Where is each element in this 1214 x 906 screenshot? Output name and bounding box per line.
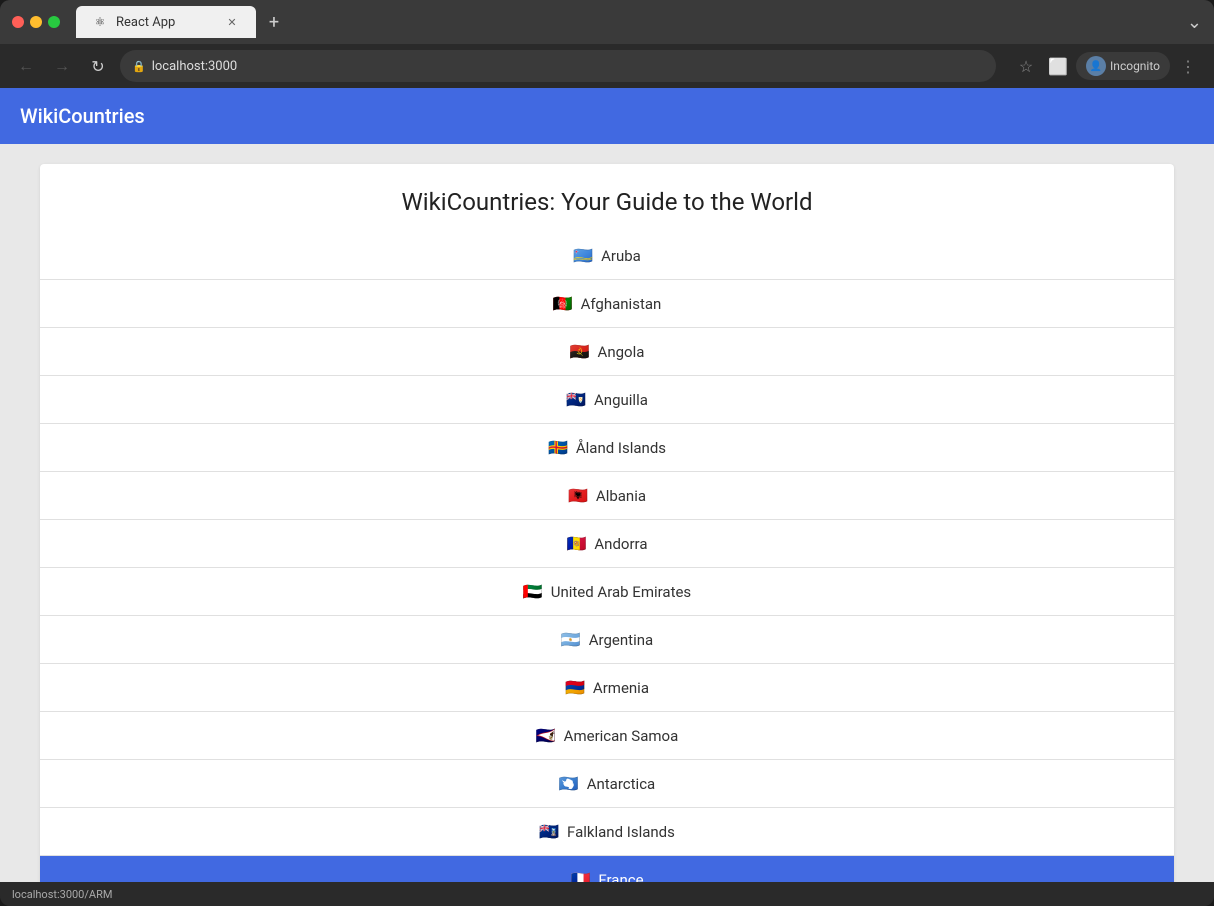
page-title: WikiCountries: Your Guide to the World [40,164,1174,232]
country-name: Aruba [601,247,641,265]
tab-bar: ⚛ React App ✕ + ⌄ [76,6,1202,38]
status-bar: localhost:3000/ARM [0,882,1214,906]
back-button[interactable]: ← [12,52,40,80]
list-item[interactable]: 🇦🇽 Åland Islands [40,423,1174,471]
profile-label: Incognito [1110,59,1160,73]
bookmark-button[interactable]: ☆ [1012,52,1040,80]
page-body: WikiCountries: Your Guide to the World 🇦… [40,164,1174,882]
country-name: Antarctica [587,775,656,793]
url-text: localhost:3000 [152,59,238,74]
app-brand: WikiCountries [20,104,145,128]
country-name: France [598,871,643,883]
country-flag-icon: 🇦🇽 [548,438,568,457]
menu-button[interactable]: ⋮ [1174,52,1202,80]
list-item[interactable]: 🇫🇷 France [40,855,1174,882]
country-flag-icon: 🇦🇱 [568,486,588,505]
new-tab-button[interactable]: + [260,8,288,36]
list-item[interactable]: 🇦🇼 Aruba [40,232,1174,279]
country-flag-icon: 🇫🇷 [570,870,590,882]
country-flag-icon: 🇦🇪 [523,582,543,601]
country-flag-icon: 🇦🇫 [553,294,573,313]
country-name: Argentina [589,631,653,649]
country-name: Åland Islands [576,439,666,457]
country-flag-icon: 🇦🇷 [561,630,581,649]
country-name: Angola [598,343,645,361]
page-content: WikiCountries WikiCountries: Your Guide … [0,88,1214,882]
title-bar: ⚛ React App ✕ + ⌄ [0,0,1214,44]
traffic-lights [12,16,60,28]
country-name: Andorra [594,535,647,553]
forward-button[interactable]: → [48,52,76,80]
tab-overflow-button[interactable]: ⌄ [1187,12,1202,33]
reload-button[interactable]: ↻ [84,52,112,80]
list-item[interactable]: 🇦🇷 Argentina [40,615,1174,663]
tab-close-button[interactable]: ✕ [224,14,240,30]
list-item[interactable]: 🇦🇴 Angola [40,327,1174,375]
country-name: Afghanistan [581,295,662,313]
list-item[interactable]: 🇦🇮 Anguilla [40,375,1174,423]
browser-window: ⚛ React App ✕ + ⌄ ← → ↻ 🔒 localhost:3000… [0,0,1214,906]
list-item[interactable]: 🇦🇩 Andorra [40,519,1174,567]
list-item[interactable]: 🇦🇶 Antarctica [40,759,1174,807]
country-flag-icon: 🇫🇰 [539,822,559,841]
country-flag-icon: 🇦🇸 [536,726,556,745]
country-flag-icon: 🇦🇴 [570,342,590,361]
country-flag-icon: 🇦🇶 [559,774,579,793]
country-flag-icon: 🇦🇼 [573,246,593,265]
minimize-button[interactable] [30,16,42,28]
country-name: American Samoa [564,727,679,745]
list-item[interactable]: 🇫🇰 Falkland Islands [40,807,1174,855]
profile-button[interactable]: 👤 Incognito [1076,52,1170,80]
maximize-button[interactable] [48,16,60,28]
country-name: Anguilla [594,391,648,409]
country-list: 🇦🇼 Aruba 🇦🇫 Afghanistan 🇦🇴 Angola 🇦🇮 Anguilla 🇦🇽… [40,232,1174,882]
country-flag-icon: 🇦🇮 [566,390,586,409]
country-name: Albania [596,487,646,505]
list-item[interactable]: 🇦🇱 Albania [40,471,1174,519]
browser-tab[interactable]: ⚛ React App ✕ [76,6,256,38]
close-button[interactable] [12,16,24,28]
country-name: Armenia [593,679,649,697]
tab-title-text: React App [116,15,216,30]
list-item[interactable]: 🇦🇲 Armenia [40,663,1174,711]
country-name: United Arab Emirates [551,583,691,601]
list-item[interactable]: 🇦🇸 American Samoa [40,711,1174,759]
country-flag-icon: 🇦🇲 [565,678,585,697]
app-header: WikiCountries [0,88,1214,144]
status-url: localhost:3000/ARM [12,888,112,901]
country-flag-icon: 🇦🇩 [566,534,586,553]
lock-icon: 🔒 [132,60,146,73]
list-item[interactable]: 🇦🇪 United Arab Emirates [40,567,1174,615]
profile-icon: 👤 [1086,56,1106,76]
list-item[interactable]: 🇦🇫 Afghanistan [40,279,1174,327]
tab-search-button[interactable]: ⬜ [1044,52,1072,80]
browser-actions: ☆ ⬜ 👤 Incognito ⋮ [1012,52,1202,80]
address-bar: ← → ↻ 🔒 localhost:3000 ☆ ⬜ 👤 Incognito ⋮ [0,44,1214,88]
tab-favicon-icon: ⚛ [92,14,108,30]
country-name: Falkland Islands [567,823,675,841]
url-bar[interactable]: 🔒 localhost:3000 [120,50,996,82]
